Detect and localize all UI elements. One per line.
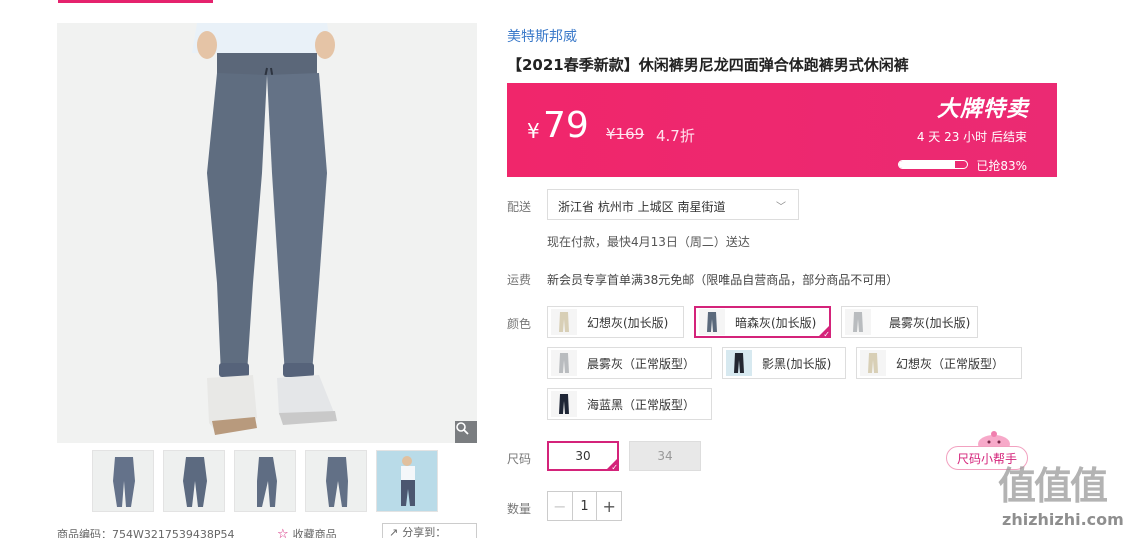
color-option-label: 暗森灰(加长版) (735, 315, 817, 330)
quantity-label: 数量 (507, 502, 532, 516)
size-option-selected[interactable]: 30 (547, 441, 619, 472)
thumbnail-3[interactable] (234, 450, 296, 512)
color-option-label: 海蓝黑（正常版型） (587, 397, 696, 412)
pants-illustration (57, 23, 477, 443)
size-option-label: 34 (657, 449, 673, 463)
freight-label: 运费 (507, 273, 532, 287)
color-label: 颜色 (507, 317, 532, 331)
color-option[interactable]: 晨雾灰(加长版) (841, 306, 978, 338)
thumbnail-4[interactable] (305, 450, 367, 512)
address-value: 浙江省 杭州市 上城区 南星街道 (558, 200, 726, 214)
color-swatch-image (726, 350, 752, 376)
watermark-logo: 值值值 (998, 464, 1108, 508)
currency-symbol: ¥ (527, 119, 540, 143)
address-select[interactable]: 浙江省 杭州市 上城区 南星街道 ﹀ (547, 189, 799, 220)
color-option[interactable]: 幻想灰（正常版型） (856, 347, 1022, 379)
check-icon (817, 324, 831, 339)
current-price: 79 (543, 105, 589, 146)
star-icon: ☆ (277, 526, 289, 538)
freight-info: 新会员专享首单满38元免邮（限唯品自营商品，部分商品不可用） (547, 273, 899, 287)
size-label: 尺码 (507, 452, 532, 466)
color-swatch-image (551, 309, 577, 335)
product-meta-row: 商品编码：754W3217539438P54 ☆ 收藏商品 ↗ 分享到： (57, 523, 477, 538)
decrement-button[interactable]: − (548, 492, 573, 520)
thumbnail-2[interactable] (163, 450, 225, 512)
price-banner: ¥ 79 ¥169 4.7折 大牌特卖 4 天 23 小时 后结束 已抢83% (507, 83, 1057, 177)
countdown-timer: 4 天 23 小时 后结束 (916, 130, 1027, 144)
top-tab-indicator (58, 0, 213, 3)
share-icon: ↗ (389, 525, 399, 538)
original-price: ¥169 (606, 125, 645, 143)
color-swatch-image (699, 309, 725, 335)
share-button[interactable]: ↗ 分享到： (382, 523, 477, 538)
color-swatch-image (551, 350, 577, 376)
sold-percentage: 已抢83% (976, 159, 1027, 173)
color-option[interactable]: 海蓝黑（正常版型） (547, 388, 712, 420)
favorite-button[interactable]: ☆ 收藏商品 (277, 526, 337, 538)
color-option[interactable]: 幻想灰(加长版) (547, 306, 684, 338)
sold-progress-fill (899, 161, 956, 168)
sold-progress-bar (898, 160, 968, 169)
color-swatch-image (860, 350, 886, 376)
color-option-selected[interactable]: 暗森灰(加长版) (694, 306, 831, 339)
brand-link[interactable]: 美特斯邦威 (507, 26, 577, 46)
magnifier-icon[interactable] (455, 421, 477, 443)
color-swatch-image (551, 391, 577, 417)
delivery-label: 配送 (507, 200, 532, 214)
color-option-label: 晨雾灰(加长版) (889, 315, 971, 330)
quantity-stepper: − 1 + (547, 491, 622, 521)
product-code: 商品编码：754W3217539438P54 (57, 528, 235, 538)
main-product-image[interactable] (57, 23, 477, 443)
color-option-label: 晨雾灰（正常版型） (587, 356, 696, 371)
color-option-label: 幻想灰（正常版型） (896, 356, 1005, 371)
size-option-disabled[interactable]: 34 (629, 441, 701, 471)
quantity-value[interactable]: 1 (573, 492, 597, 520)
delivery-estimate: 现在付款，最快4月13日（周二）送达 (547, 235, 750, 249)
increment-button[interactable]: + (596, 492, 621, 520)
size-option-label: 30 (575, 449, 591, 463)
color-option[interactable]: 影黑(加长版) (722, 347, 846, 379)
favorite-label: 收藏商品 (292, 528, 337, 538)
product-title: 【2021春季新款】休闲裤男尼龙四面弹合体跑裤男式休闲裤 (507, 56, 909, 74)
color-swatch-image (845, 309, 871, 335)
color-option[interactable]: 晨雾灰（正常版型） (547, 347, 712, 379)
color-option-label: 影黑(加长版) (762, 356, 832, 371)
check-icon (605, 457, 619, 472)
discount-rate: 4.7折 (656, 127, 695, 145)
watermark-url: zhizhizhi.com (1002, 510, 1124, 529)
thumbnail-strip (92, 450, 438, 512)
color-option-label: 幻想灰(加长版) (587, 315, 669, 330)
thumbnail-5[interactable] (376, 450, 438, 512)
chevron-down-icon: ﹀ (776, 202, 786, 213)
share-label: 分享到： (402, 526, 447, 538)
thumbnail-1[interactable] (92, 450, 154, 512)
promo-label: 大牌特卖 (936, 97, 1029, 122)
